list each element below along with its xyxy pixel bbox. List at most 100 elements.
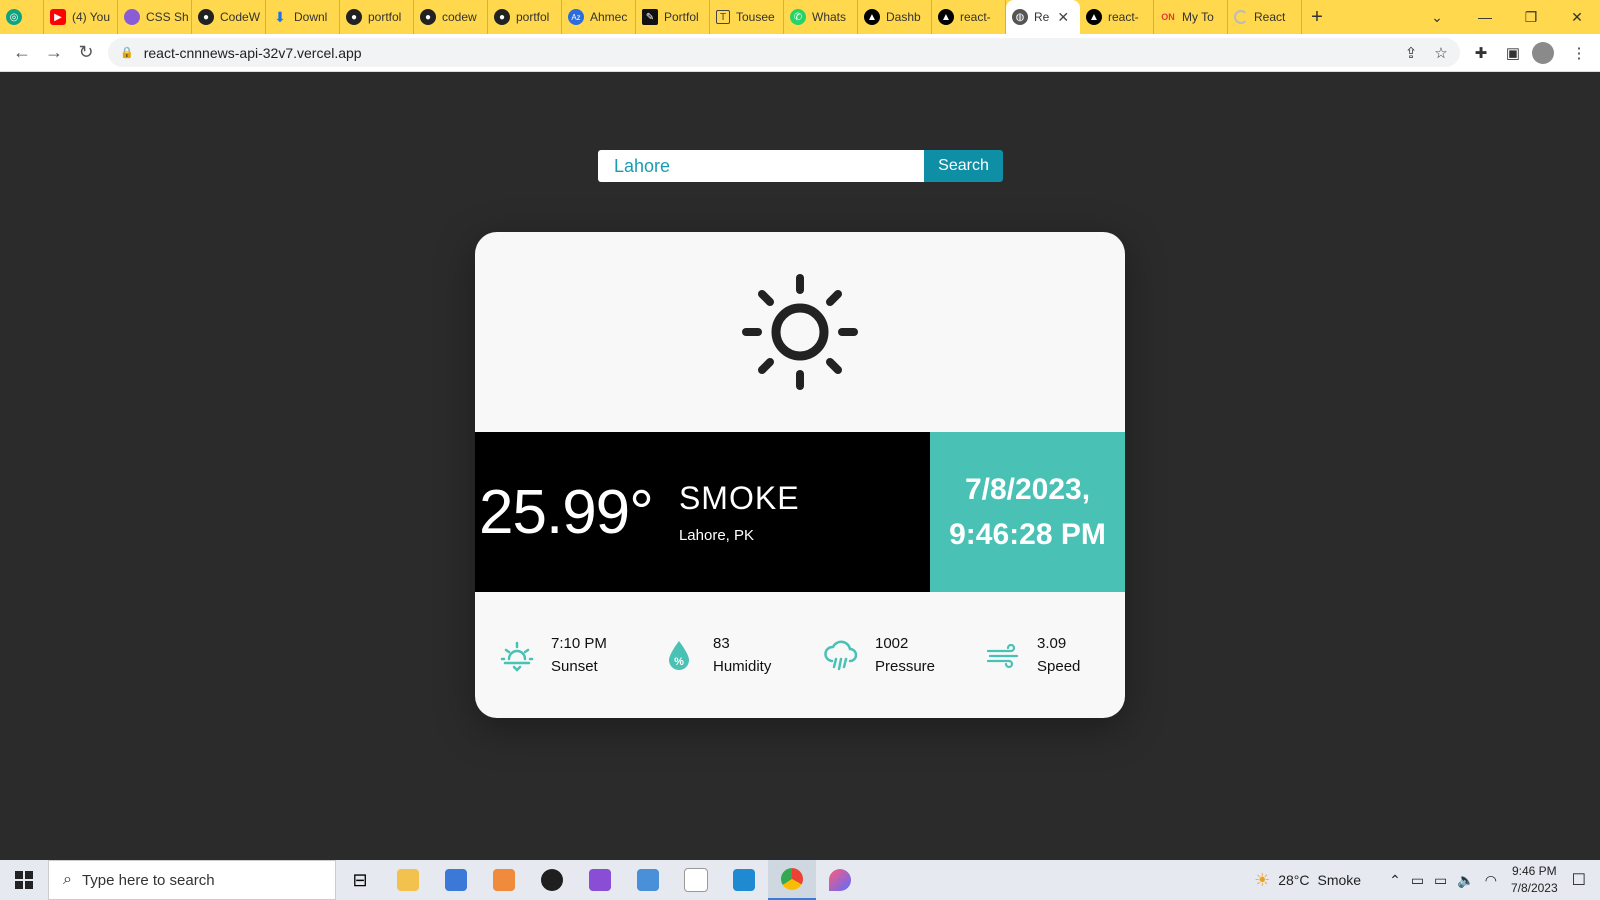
tab-9[interactable]: ✎ Portfol — [636, 0, 710, 34]
tab-0[interactable]: ◎ — [0, 0, 44, 34]
tab-16[interactable]: ON My To — [1154, 0, 1228, 34]
sunset-label: Sunset — [551, 658, 598, 675]
system-tray: ☀ 28°C Smoke ⌃ ▭ ▭ 🔈 ◠ 9:46 PM 7/8/2023 … — [1254, 860, 1600, 900]
tab-2[interactable]: CSS Sh — [118, 0, 192, 34]
tab-4[interactable]: ⬇ Downl — [266, 0, 340, 34]
tab-10[interactable]: T Tousee — [710, 0, 784, 34]
tab-7[interactable]: ● portfol — [488, 0, 562, 34]
notepad-icon[interactable] — [672, 860, 720, 900]
battery-icon[interactable]: ▭ — [1434, 872, 1447, 889]
file-explorer-icon[interactable] — [384, 860, 432, 900]
github-icon: ● — [198, 9, 214, 25]
sunset-value: 7:10 PM — [551, 635, 607, 652]
chatgpt-icon: ◎ — [6, 9, 22, 25]
side-panel-icon[interactable]: ▣ — [1500, 40, 1526, 66]
taskbar: ⌕ Type here to search ⊟ ☀ 28°C Smoke ⌃ ▭… — [0, 860, 1600, 900]
svg-text:%: % — [674, 656, 684, 668]
github-icon: ● — [494, 9, 510, 25]
tab-3[interactable]: ● CodeW — [192, 0, 266, 34]
weather-stats: 7:10 PM Sunset % 83 Humidity 1002 Pressu… — [475, 592, 1125, 718]
weather-card: 25.99° SMOKE Lahore, PK 7/8/2023, 9:46:2… — [475, 232, 1125, 718]
visual-studio-icon[interactable] — [576, 860, 624, 900]
sunset-icon — [497, 635, 537, 675]
tab-13[interactable]: ▲ react- — [932, 0, 1006, 34]
task-view-icon[interactable]: ⊟ — [336, 860, 384, 900]
taskbar-search-placeholder: Type here to search — [81, 871, 215, 889]
pressure-icon — [821, 635, 861, 675]
tab-15[interactable]: ▲ react- — [1080, 0, 1154, 34]
github-icon: ● — [420, 9, 436, 25]
datetime-panel: 7/8/2023, 9:46:28 PM — [930, 432, 1125, 592]
tab-6[interactable]: ● codew — [414, 0, 488, 34]
pen-icon: ✎ — [642, 9, 658, 25]
close-tab-icon[interactable]: ✕ — [1057, 9, 1069, 26]
vercel-icon: ▲ — [1086, 9, 1102, 25]
tab-strip: ◎ ▶ (4) You CSS Sh ● CodeW ⬇ Downl ● portfol… — [0, 0, 1600, 34]
remote-desktop-icon[interactable] — [624, 860, 672, 900]
wind-icon — [983, 635, 1023, 675]
search-bar: Search — [598, 150, 1003, 182]
wifi-icon[interactable]: ◠ — [1485, 872, 1497, 889]
tab-11[interactable]: ✆ Whats — [784, 0, 858, 34]
speed-value: 3.09 — [1037, 635, 1067, 652]
chrome-icon[interactable] — [768, 860, 816, 900]
reload-icon[interactable]: ↻ — [70, 38, 102, 68]
tab-1[interactable]: ▶ (4) You — [44, 0, 118, 34]
weather-tray-icon[interactable]: ☀ — [1254, 870, 1270, 891]
text-icon: T — [716, 10, 730, 24]
tab-search-icon[interactable]: ⌄ — [1414, 0, 1460, 34]
menu-icon[interactable]: ⋮ — [1566, 40, 1592, 66]
whatsapp-icon: ✆ — [790, 9, 806, 25]
speed-label: Speed — [1037, 658, 1081, 675]
tab-5[interactable]: ● portfol — [340, 0, 414, 34]
restore-icon[interactable]: ❐ — [1508, 0, 1554, 34]
search-button[interactable]: Search — [924, 150, 1003, 182]
tab-active[interactable]: ◍ Re ✕ — [1006, 0, 1080, 34]
bookmark-star-icon[interactable]: ☆ — [1428, 40, 1454, 66]
temperature: 25.99° — [479, 477, 654, 547]
profile-avatar[interactable] — [1532, 42, 1554, 64]
new-tab-button[interactable]: + — [1302, 6, 1332, 29]
minimize-icon[interactable]: — — [1462, 0, 1508, 34]
download-icon: ⬇ — [274, 8, 286, 25]
clock[interactable]: 9:46 PM 7/8/2023 — [1511, 863, 1558, 897]
github-icon: ● — [346, 9, 362, 25]
mongodb-icon[interactable] — [528, 860, 576, 900]
back-icon[interactable]: ← — [6, 38, 38, 68]
meet-icon[interactable]: ▭ — [1411, 872, 1424, 889]
search-input[interactable] — [598, 150, 924, 182]
time-text: 9:46:28 PM — [949, 518, 1106, 551]
sublime-icon[interactable] — [480, 860, 528, 900]
start-button[interactable] — [0, 860, 48, 900]
close-window-icon[interactable]: ✕ — [1554, 0, 1600, 34]
stat-speed: 3.09 Speed — [961, 632, 1123, 678]
drop-app-icon[interactable] — [816, 860, 864, 900]
tab-17[interactable]: React — [1228, 0, 1302, 34]
vscode-icon[interactable] — [720, 860, 768, 900]
tab-12[interactable]: ▲ Dashb — [858, 0, 932, 34]
lock-icon: 🔒 — [120, 47, 134, 59]
address-bar[interactable]: 🔒 react-cnnnews-api-32v7.vercel.app — [108, 38, 1460, 67]
date-text: 7/8/2023, — [964, 473, 1091, 506]
search-icon: ⌕ — [63, 871, 72, 888]
tab-8[interactable]: Az Ahmec — [562, 0, 636, 34]
humidity-label: Humidity — [713, 658, 772, 675]
chevron-up-icon[interactable]: ⌃ — [1389, 872, 1401, 889]
volume-icon[interactable]: 🔈 — [1457, 872, 1474, 889]
condition-block: SMOKE Lahore, PK — [679, 480, 800, 544]
tray-weather-label: Smoke — [1317, 872, 1362, 888]
avatar-icon — [124, 9, 140, 25]
share-icon[interactable]: ⇪ — [1398, 40, 1424, 66]
store-icon[interactable] — [432, 860, 480, 900]
vercel-icon: ▲ — [864, 9, 880, 25]
taskbar-search[interactable]: ⌕ Type here to search — [48, 860, 336, 900]
tray-weather-temp: 28°C — [1278, 872, 1310, 888]
on-icon: ON — [1161, 12, 1175, 22]
az-icon: Az — [568, 9, 584, 25]
url-text: react-cnnnews-api-32v7.vercel.app — [143, 44, 362, 61]
forward-icon[interactable]: → — [38, 38, 70, 68]
weather-hero — [475, 232, 1125, 432]
weather-summary: 25.99° SMOKE Lahore, PK 7/8/2023, 9:46:2… — [475, 432, 1125, 592]
notifications-icon[interactable]: ☐ — [1572, 870, 1586, 890]
extensions-icon[interactable]: ✚ — [1468, 40, 1494, 66]
